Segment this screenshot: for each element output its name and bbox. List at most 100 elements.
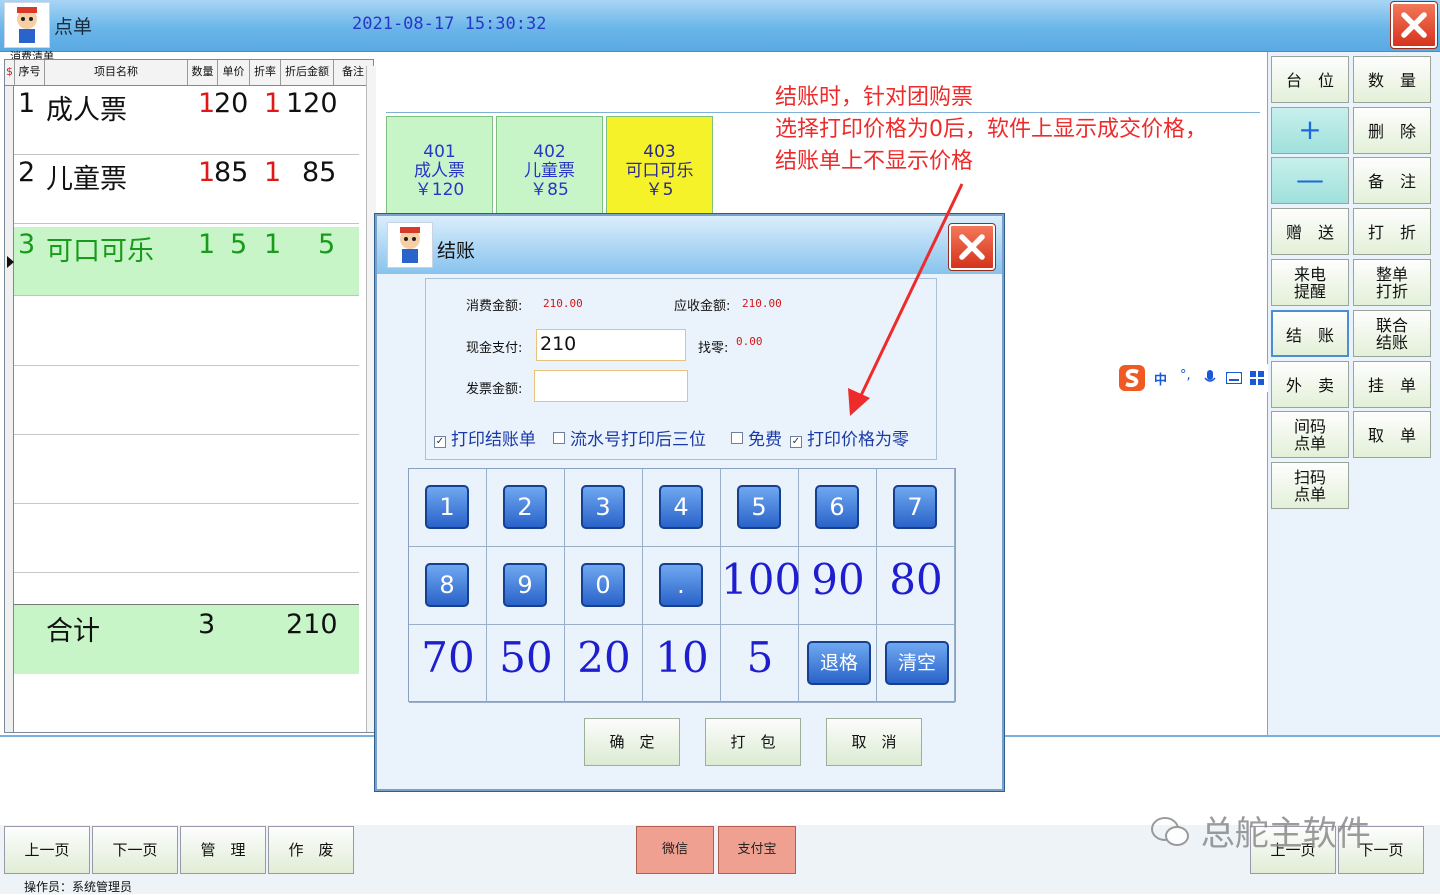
quick-amount-key-50[interactable]: 50 — [487, 633, 565, 682]
code-order-button[interactable]: 间码 点单 — [1271, 411, 1349, 458]
row-number: 2 — [18, 157, 36, 188]
total-amount: 210 — [286, 609, 338, 640]
grid-line — [14, 365, 359, 366]
keypad-cell: 4 — [643, 469, 721, 547]
consume-amount-label: 消费金额: — [466, 299, 523, 314]
print-receipt-checkbox[interactable]: ✓ 打印结账单 — [434, 425, 536, 450]
product-price: ￥5 — [645, 180, 674, 200]
key-1[interactable]: 1 — [425, 485, 469, 529]
watermark: 总舵主软件 — [1150, 806, 1371, 855]
whole-order-discount-button[interactable]: 整单 打折 — [1353, 259, 1431, 306]
row-gutter — [5, 86, 14, 732]
quick-amount-key-90[interactable]: 90 — [799, 555, 877, 604]
key-2[interactable]: 2 — [503, 485, 547, 529]
row-qty: 1 — [198, 229, 216, 260]
key-9[interactable]: 9 — [503, 563, 547, 607]
checkout-button[interactable]: 结 账 — [1271, 310, 1349, 357]
product-name: 可口可乐 — [625, 161, 694, 181]
next-page-button[interactable]: 下一页 — [92, 826, 178, 874]
note-button[interactable]: 备 注 — [1353, 157, 1431, 204]
product-tile[interactable]: 403 可口可乐 ￥5 — [606, 116, 713, 220]
watermark-text: 总舵主软件 — [1200, 814, 1371, 854]
serial-last-three-checkbox[interactable]: 流水号打印后三位 — [553, 425, 706, 450]
order-row-selected[interactable]: 3 可口可乐 1 5 1 5 — [14, 227, 359, 296]
scan-order-button[interactable]: 扫码 点单 — [1271, 462, 1349, 509]
pack-button[interactable]: 打 包 — [705, 718, 801, 766]
cancel-button[interactable]: 取 消 — [826, 718, 922, 766]
key-0[interactable]: 0 — [581, 563, 625, 607]
row-item-name: 儿童票 — [46, 164, 127, 195]
takeout-button[interactable]: 外 卖 — [1271, 361, 1349, 408]
key-5[interactable]: 5 — [737, 485, 781, 529]
backspace-key[interactable]: 退格 — [807, 641, 871, 685]
checkbox-unchecked-icon — [731, 432, 743, 444]
keypad-cell: 9 — [487, 547, 565, 625]
caller-reminder-button[interactable]: 来电 提醒 — [1271, 259, 1349, 306]
quick-amount-key-70[interactable]: 70 — [409, 633, 487, 682]
app-logo-icon — [4, 2, 50, 48]
window-close-button[interactable] — [1390, 1, 1438, 49]
row-qty: 1 — [198, 157, 216, 188]
void-button[interactable]: 作 废 — [268, 826, 354, 874]
clear-key[interactable]: 清空 — [885, 641, 949, 685]
invoice-amount-input[interactable] — [534, 370, 688, 402]
checkbox-unchecked-icon — [553, 432, 565, 444]
cash-payment-label: 现金支付: — [466, 341, 523, 356]
delete-button[interactable]: 删 除 — [1353, 107, 1431, 154]
checkbox-label: 打印结账单 — [451, 430, 536, 450]
key-3[interactable]: 3 — [581, 485, 625, 529]
button-label: 联合 — [1375, 316, 1408, 335]
print-zero-price-checkbox[interactable]: ✓ 打印价格为零 — [790, 425, 909, 450]
row-amount: 120 — [286, 88, 338, 119]
key-dot[interactable]: . — [659, 563, 703, 607]
wechat-pay-button[interactable]: 微信 — [636, 826, 714, 874]
button-label: 提醒 — [1293, 282, 1326, 301]
row-rate: 1 — [264, 157, 282, 188]
key-4[interactable]: 4 — [659, 485, 703, 529]
alipay-button[interactable]: 支付宝 — [718, 826, 796, 874]
free-checkbox[interactable]: 免费 — [731, 425, 782, 450]
checkbox-checked-icon: ✓ — [434, 436, 446, 448]
keypad-cell: 5 — [721, 469, 799, 547]
ime-toolbar[interactable]: 中 °, — [1118, 364, 1268, 392]
discount-button[interactable]: 打 折 — [1353, 208, 1431, 255]
keypad-cell: 80 — [877, 547, 955, 625]
increase-button[interactable]: + — [1271, 107, 1349, 154]
gift-button[interactable]: 赠 送 — [1271, 208, 1349, 255]
keypad-cell: 70 — [409, 625, 487, 703]
button-label: 间码 — [1293, 417, 1326, 436]
numeric-keypad: 1 2 3 4 5 6 7 8 9 0. 100 90 80 70 50 20 10 5 退格 清空 — [408, 468, 956, 703]
quick-amount-key-10[interactable]: 10 — [643, 633, 721, 682]
order-row[interactable]: 1 成人票 1 20 1 120 — [14, 86, 359, 155]
hang-order-button[interactable]: 挂 单 — [1353, 361, 1431, 408]
product-name: 成人票 — [414, 161, 465, 181]
table-button[interactable]: 台 位 — [1271, 56, 1349, 103]
column-header-no: 序号 — [15, 60, 45, 85]
keypad-cell: 0 — [565, 547, 643, 625]
confirm-button[interactable]: 确 定 — [584, 718, 680, 766]
key-8[interactable]: 8 — [425, 563, 469, 607]
manage-button[interactable]: 管 理 — [180, 826, 266, 874]
row-price: 85 — [214, 157, 249, 188]
quick-amount-key-20[interactable]: 20 — [565, 633, 643, 682]
key-7[interactable]: 7 — [893, 485, 937, 529]
quick-amount-key-80[interactable]: 80 — [877, 555, 955, 604]
row-item-name: 可口可乐 — [46, 236, 154, 267]
product-price: ￥120 — [414, 180, 465, 200]
product-tile[interactable]: 401 成人票 ￥120 — [386, 116, 493, 220]
row-price: 5 — [230, 229, 248, 260]
product-tile[interactable]: 402 儿童票 ￥85 — [496, 116, 603, 220]
joint-checkout-button[interactable]: 联合 结账 — [1353, 310, 1431, 357]
order-row[interactable]: 2 儿童票 1 85 1 85 — [14, 155, 359, 224]
column-header-amount: 折后金额 — [281, 60, 334, 85]
quantity-button[interactable]: 数 量 — [1353, 56, 1431, 103]
quick-amount-key-5[interactable]: 5 — [721, 633, 799, 682]
quick-amount-key-100[interactable]: 100 — [721, 555, 801, 604]
current-row-arrow-icon — [7, 256, 14, 268]
key-6[interactable]: 6 — [815, 485, 859, 529]
cash-payment-input[interactable]: 210 — [536, 329, 686, 361]
retrieve-order-button[interactable]: 取 单 — [1353, 411, 1431, 458]
decrease-button[interactable]: — — [1271, 157, 1349, 204]
prev-page-button[interactable]: 上一页 — [4, 826, 90, 874]
keypad-cell: 100 — [721, 547, 801, 625]
